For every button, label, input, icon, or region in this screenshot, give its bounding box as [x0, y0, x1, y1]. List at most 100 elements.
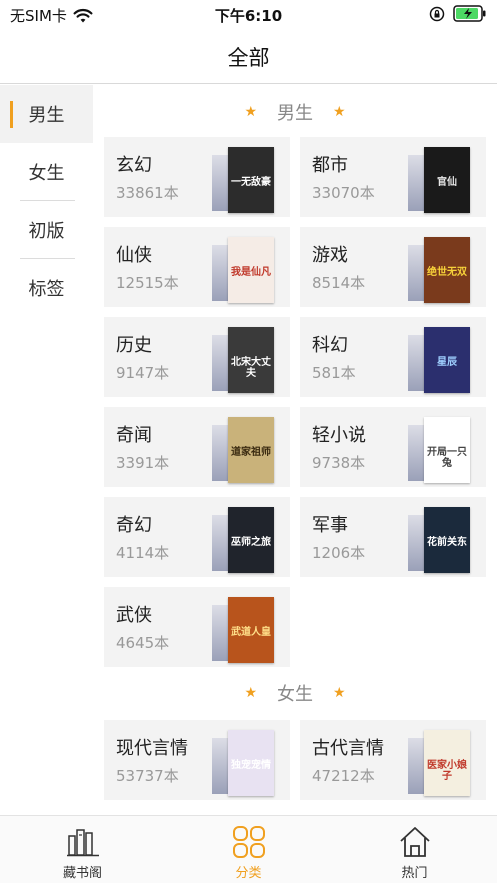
category-card[interactable]: 游戏 8514本 绝世无双 — [300, 227, 486, 307]
book-cover: 我是仙凡 — [228, 237, 274, 303]
book-cover-title: 武道人皇 — [231, 627, 271, 638]
category-card[interactable]: 历史 9147本 北宋大丈夫 — [104, 317, 290, 397]
category-card[interactable]: 奇闻 3391本 道家祖师 — [104, 407, 290, 487]
book-cover-title: 官仙 — [437, 177, 457, 188]
status-bar: 无SIM卡 下午6:10 — [0, 0, 497, 30]
star-icon: ★ — [244, 104, 257, 120]
category-name: 奇幻 — [116, 515, 152, 536]
book-cover: 花前关东 — [424, 507, 470, 573]
sidebar-item-female[interactable]: 女生 — [0, 143, 93, 201]
home-icon — [400, 827, 430, 857]
category-card[interactable]: 仙侠 12515本 我是仙凡 — [104, 227, 290, 307]
category-name: 轻小说 — [312, 425, 366, 446]
category-card[interactable]: 现代言情 53737本 独宠宠情 — [104, 720, 290, 800]
category-book-count: 581本 — [312, 364, 356, 382]
category-book-count: 4114本 — [116, 544, 170, 562]
category-book-count: 3391本 — [116, 454, 170, 472]
sidebar-item-male[interactable]: 男生 — [0, 85, 93, 143]
category-card[interactable]: 奇幻 4114本 巫师之旅 — [104, 497, 290, 577]
book-cover-title: 一无敌豪 — [231, 177, 271, 188]
category-card[interactable]: 军事 1206本 花前关东 — [300, 497, 486, 577]
book-cover: 绝世无双 — [424, 237, 470, 303]
book-cover-title: 道家祖师 — [231, 447, 271, 458]
book-cover: 星辰 — [424, 327, 470, 393]
book-cover-title: 独宠宠情 — [231, 760, 271, 771]
category-book-count: 9147本 — [116, 364, 170, 382]
book-cover-title: 开局一只兔 — [427, 447, 467, 469]
book-cover: 一无敌豪 — [228, 147, 274, 213]
book-cover: 道家祖师 — [228, 417, 274, 483]
star-icon: ★ — [244, 685, 257, 701]
sidebar-item-tags[interactable]: 标签 — [0, 259, 93, 317]
book-cover: 医家小娘子 — [424, 730, 470, 796]
tab-label: 分类 — [235, 866, 262, 881]
category-book-count: 9738本 — [312, 454, 366, 472]
category-name: 都市 — [312, 155, 348, 176]
book-cover: 官仙 — [424, 147, 470, 213]
book-cover-title: 巫师之旅 — [231, 537, 271, 548]
category-name: 奇闻 — [116, 425, 152, 446]
tab-category[interactable]: 分类 — [166, 816, 331, 883]
category-name: 军事 — [312, 515, 348, 536]
battery-icon — [453, 5, 486, 22]
book-cover-title: 绝世无双 — [427, 267, 467, 278]
star-icon: ★ — [333, 685, 346, 701]
section-header-female: ★ 女生 ★ — [93, 673, 497, 713]
category-name: 游戏 — [312, 245, 348, 266]
book-cover-title: 星辰 — [437, 357, 457, 368]
category-name: 科幻 — [312, 335, 348, 356]
category-book-count: 12515本 — [116, 274, 179, 292]
section-header-male: ★ 男生 ★ — [93, 92, 497, 132]
category-grid: ★ 男生 ★ 玄幻 33861本 一无敌豪 都市 33070本 官仙仙侠 12515本 我是仙… — [93, 85, 497, 815]
category-name: 仙侠 — [116, 245, 152, 266]
book-cover: 独宠宠情 — [228, 730, 274, 796]
book-cover: 巫师之旅 — [228, 507, 274, 573]
nav-bar: 全部 — [0, 30, 497, 84]
category-book-count: 33070本 — [312, 184, 375, 202]
category-book-count: 47212本 — [312, 767, 375, 785]
book-cover-title: 花前关东 — [427, 537, 467, 548]
category-card[interactable]: 轻小说 9738本 开局一只兔 — [300, 407, 486, 487]
sidebar-item-label: 标签 — [28, 279, 65, 300]
category-book-count: 1206本 — [312, 544, 366, 562]
star-icon: ★ — [333, 104, 346, 120]
category-book-count: 4645本 — [116, 634, 170, 652]
category-name: 现代言情 — [116, 738, 188, 759]
category-name: 武侠 — [116, 605, 152, 626]
rotation-lock-icon — [429, 6, 445, 21]
category-card[interactable]: 古代言情 47212本 医家小娘子 — [300, 720, 486, 800]
category-name: 玄幻 — [116, 155, 152, 176]
tab-bookshelf[interactable]: 藏书阁 — [0, 816, 165, 883]
grid-icon — [233, 826, 265, 858]
book-cover-title: 北宋大丈夫 — [231, 357, 271, 379]
book-cover: 开局一只兔 — [424, 417, 470, 483]
tab-bar: 藏书阁 分类 热门 — [0, 815, 497, 883]
sidebar-item-label: 男生 — [28, 105, 65, 126]
section-title: 男生 — [277, 103, 313, 124]
category-book-count: 8514本 — [312, 274, 366, 292]
tab-label: 藏书阁 — [62, 866, 102, 881]
category-card[interactable]: 玄幻 33861本 一无敌豪 — [104, 137, 290, 217]
category-name: 历史 — [116, 335, 152, 356]
section-title: 女生 — [277, 684, 313, 705]
tab-label: 热门 — [401, 866, 428, 881]
status-time: 下午6:10 — [214, 7, 283, 25]
book-cover-title: 医家小娘子 — [427, 760, 467, 782]
category-sidebar: 男生 女生 初版 标签 — [0, 85, 93, 815]
page-title: 全部 — [227, 46, 270, 70]
category-book-count: 33861本 — [116, 184, 179, 202]
sidebar-item-label: 初版 — [28, 221, 65, 242]
bookshelf-icon — [67, 829, 99, 857]
book-cover-title: 我是仙凡 — [231, 267, 271, 278]
category-name: 古代言情 — [312, 738, 384, 759]
tab-hot[interactable]: 热门 — [332, 816, 497, 883]
sidebar-item-label: 女生 — [28, 163, 65, 184]
sidebar-item-first-edition[interactable]: 初版 — [0, 201, 93, 259]
category-card[interactable]: 科幻 581本 星辰 — [300, 317, 486, 397]
book-cover: 北宋大丈夫 — [228, 327, 274, 393]
category-card[interactable]: 都市 33070本 官仙 — [300, 137, 486, 217]
category-card[interactable]: 武侠 4645本 武道人皇 — [104, 587, 290, 667]
book-cover: 武道人皇 — [228, 597, 274, 663]
active-indicator — [10, 101, 13, 128]
category-book-count: 53737本 — [116, 767, 179, 785]
